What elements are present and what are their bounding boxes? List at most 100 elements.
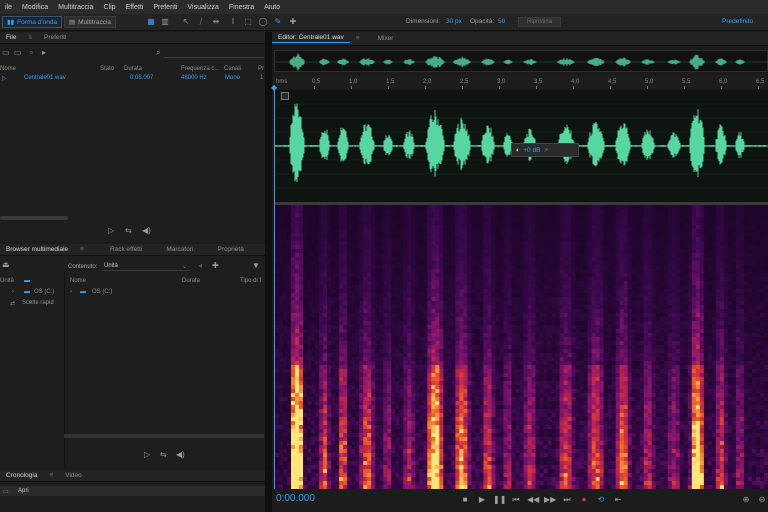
horizontal-scrollbar[interactable] xyxy=(64,434,264,438)
ruler-tick-label: 5,0 xyxy=(645,79,654,85)
open-file-icon[interactable]: ▭ xyxy=(2,48,10,58)
chevron-right-icon[interactable]: › xyxy=(70,289,72,295)
record-icon[interactable]: ● xyxy=(578,494,590,506)
pause-icon[interactable]: ❚❚ xyxy=(493,494,506,506)
play-icon[interactable]: ▷ xyxy=(144,450,150,460)
play-icon[interactable]: ▷ xyxy=(108,226,114,236)
add-shortcut-icon[interactable]: ✚ xyxy=(212,261,219,271)
loop-icon[interactable]: ⇆ xyxy=(125,226,132,236)
ruler-tick-mark xyxy=(610,86,611,89)
content-dropdown[interactable]: Unità ⌄ xyxy=(102,261,190,271)
tab-file[interactable]: File xyxy=(0,34,22,41)
search-icon[interactable]: ⌕ xyxy=(156,48,160,58)
hud-volume[interactable]: ◐ +0 dB ↗ xyxy=(511,143,579,157)
waveform-view-icon[interactable]: ▦ xyxy=(146,17,156,27)
skip-to-end-icon[interactable]: ⏭ xyxy=(561,494,573,506)
pin-icon[interactable]: ↗ xyxy=(543,147,548,154)
rewind-icon[interactable]: ◀◀ xyxy=(527,494,539,506)
move-tool-icon[interactable]: ↖ xyxy=(181,17,191,27)
waveform-mode-button[interactable]: ▮▮ Forma d'onda xyxy=(2,16,63,28)
back-arrow-icon[interactable]: ◂ xyxy=(198,261,202,271)
tree-item-os[interactable]: OS (C:) xyxy=(34,289,54,295)
chevron-down-icon: ⌄ xyxy=(182,264,188,270)
tab-proprieta[interactable]: Proprietà xyxy=(211,246,249,253)
ruler-tick-mark xyxy=(647,86,648,89)
marquee-tool-icon[interactable]: ⬚ xyxy=(243,17,253,27)
ruler-tick-label: 3,0 xyxy=(497,79,506,85)
insert-icon[interactable]: ▸ xyxy=(42,48,46,58)
autoplay-icon[interactable]: ◀) xyxy=(142,226,151,236)
zoom-in-amplitude-icon[interactable]: ⊕ xyxy=(740,494,752,506)
menu-item-8[interactable]: Aiuto xyxy=(259,4,285,11)
import-file-icon[interactable]: ▭ xyxy=(14,48,22,58)
spot-healing-tool-icon[interactable]: ✚ xyxy=(288,17,298,27)
drive-icon[interactable]: ⏏ xyxy=(2,260,10,270)
tab-browser-multimediale[interactable]: Browser multimediale xyxy=(0,246,74,253)
opacity-value[interactable]: 50 xyxy=(498,18,505,25)
table-row[interactable]: ▷ Centrale01.wav 0:08.007 48000 Hz Mono … xyxy=(0,74,265,83)
skip-to-start-icon[interactable]: ⏮ xyxy=(510,494,522,506)
timecode-display[interactable]: 0:00.000 xyxy=(276,493,315,504)
list-item[interactable]: OS (C:) xyxy=(92,289,112,295)
tab-cronologia[interactable]: Cronologia xyxy=(0,472,43,479)
menu-item-2[interactable]: Multitraccia xyxy=(53,4,98,11)
autoplay-icon[interactable]: ◀) xyxy=(176,450,185,460)
tree-item-unita[interactable]: Unità xyxy=(0,278,14,284)
tab-editor[interactable]: Editor: Centrale01.wav xyxy=(272,34,350,43)
tab-rack-effetti[interactable]: Rack effetti xyxy=(104,246,148,253)
list-item[interactable]: ▭ Apri xyxy=(0,486,265,496)
tree-item-scelte-rapide[interactable]: Scelte rapid xyxy=(22,300,54,306)
menu-item-0[interactable]: ile xyxy=(0,4,17,11)
menu-item-1[interactable]: Modifica xyxy=(17,4,53,11)
new-file-icon[interactable]: ▫ xyxy=(30,48,33,58)
razor-tool-icon[interactable]: ⧸ xyxy=(196,17,206,27)
stop-icon[interactable]: ■ xyxy=(459,494,471,506)
search-input[interactable] xyxy=(164,50,264,58)
spectral-frequency-display[interactable] xyxy=(275,205,768,489)
multitrack-icon: ▤ xyxy=(69,19,76,26)
chevron-right-icon[interactable]: › xyxy=(12,289,14,295)
filter-icon[interactable]: ▼ xyxy=(252,261,260,271)
multitrack-mode-button[interactable]: ▤ Multitraccia xyxy=(64,16,117,28)
menu-item-6[interactable]: Visualizza xyxy=(182,4,223,11)
tab-video[interactable]: Video xyxy=(59,472,88,479)
ruler-tick-label: 3,5 xyxy=(534,79,543,85)
fast-forward-icon[interactable]: ▶▶ xyxy=(544,494,556,506)
waveform-icon: ▮▮ xyxy=(7,19,15,26)
brush-tool-icon[interactable]: ✎ xyxy=(273,17,283,27)
waveform-view[interactable]: ◐ +0 dB ↗ xyxy=(274,90,768,202)
play-file-icon[interactable]: ▷ xyxy=(2,75,7,82)
toolbar: ▮▮ Forma d'onda ▤ Multitraccia ▦ ▥ ↖ ⧸ ⇹… xyxy=(0,14,768,31)
overview-navigator[interactable] xyxy=(274,50,768,72)
menu-item-4[interactable]: Effetti xyxy=(121,4,149,11)
panel-splitter[interactable] xyxy=(265,32,272,512)
slip-tool-icon[interactable]: ⇹ xyxy=(211,17,221,27)
reset-button[interactable]: Ripristina xyxy=(518,17,562,27)
zoom-out-amplitude-icon[interactable]: ⊖ xyxy=(756,494,768,506)
play-icon[interactable]: ▶ xyxy=(476,494,488,506)
menu-item-5[interactable]: Preferiti xyxy=(148,4,182,11)
time-ruler[interactable]: hms 0,5 1,0 1,5 2,0 2,5 3,0 3,5 4,0 4,5 5,0 5,5 6,0… xyxy=(274,75,768,89)
spectral-view-icon[interactable]: ▥ xyxy=(160,17,170,27)
tab-marcatori[interactable]: Marcatori xyxy=(160,246,199,253)
workspace-selector[interactable]: Predefinito xyxy=(722,18,753,25)
loop-playback-icon[interactable]: ⟲ xyxy=(595,494,607,506)
time-selection-tool-icon[interactable]: I xyxy=(228,17,238,27)
volume-knob-icon[interactable]: ◐ xyxy=(516,147,520,154)
ruler-tick-mark xyxy=(462,86,463,89)
skip-selection-icon[interactable]: ⇤ xyxy=(612,494,624,506)
ruler-tick-mark xyxy=(573,86,574,89)
menu-item-7[interactable]: Finestra xyxy=(224,4,259,11)
folder-icon: ▬ xyxy=(80,289,86,295)
tab-preferiti[interactable]: Preferiti xyxy=(38,34,72,41)
lasso-tool-icon[interactable]: ◯ xyxy=(258,17,268,27)
ruler-tick-label: 1,0 xyxy=(349,79,358,85)
ruler-tick-label: 0,5 xyxy=(312,79,321,85)
tab-mixer[interactable]: Mixer xyxy=(372,35,400,42)
spectral-toggle-icon[interactable] xyxy=(281,92,289,100)
horizontal-scrollbar[interactable] xyxy=(0,216,68,220)
loop-icon[interactable]: ⇆ xyxy=(160,450,167,460)
dimensions-value[interactable]: 30 px xyxy=(446,18,462,25)
menu-item-3[interactable]: Clip xyxy=(99,4,121,11)
history-panel: Cronologia ≡ Video ▭ Apri xyxy=(0,470,265,512)
